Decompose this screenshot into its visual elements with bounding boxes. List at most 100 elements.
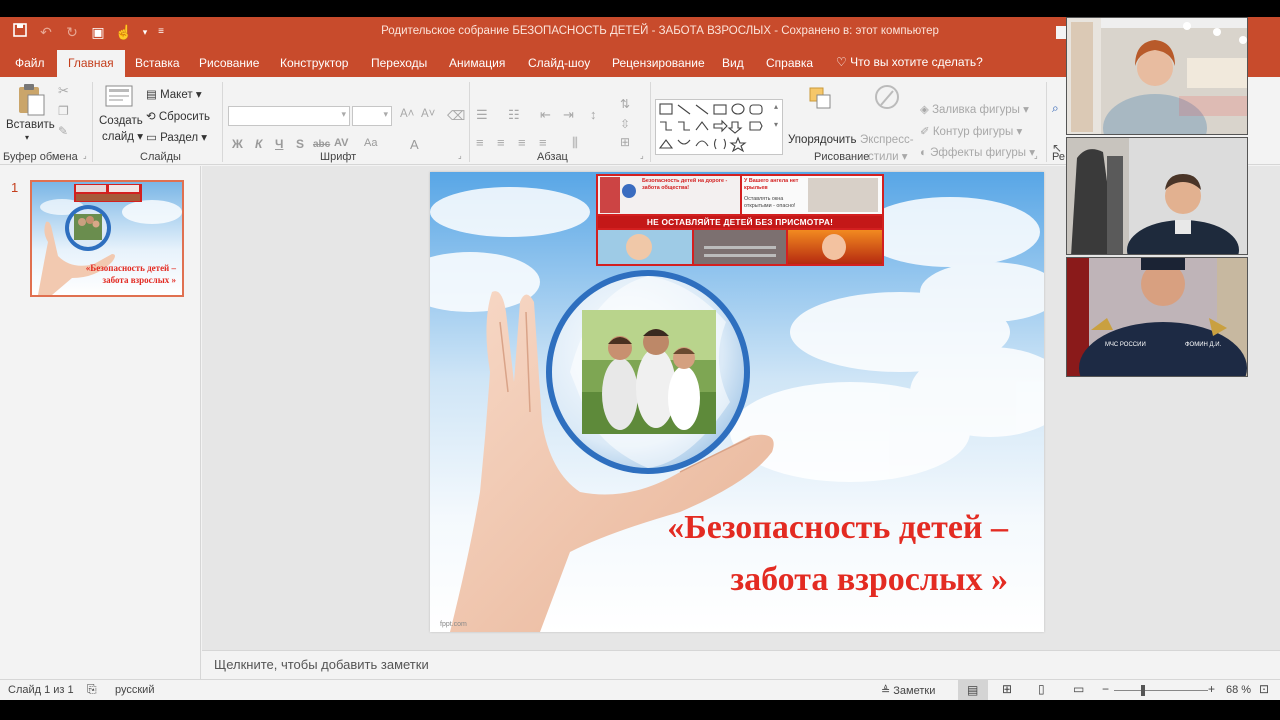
fit-to-window-icon[interactable]: ⊡	[1259, 682, 1269, 696]
tab-slideshow[interactable]: Слайд-шоу	[528, 56, 590, 70]
smartart-icon[interactable]: ⊞	[620, 135, 630, 149]
justify-icon[interactable]: ≡	[539, 135, 547, 150]
slideshow-view-icon[interactable]: ▭	[1073, 682, 1084, 696]
chevron-down-icon[interactable]: ▾	[140, 22, 150, 42]
increase-indent-icon[interactable]: ⇥	[563, 107, 574, 123]
format-painter-icon[interactable]: ✎	[58, 124, 68, 138]
tab-home[interactable]: Главная	[57, 50, 125, 77]
quick-styles-icon[interactable]	[873, 83, 901, 113]
slide-1[interactable]: fppt.com Безопасность детей на дороге - …	[430, 172, 1044, 632]
chevron-down-icon[interactable]: ▾	[774, 120, 778, 129]
tab-view[interactable]: Вид	[722, 56, 744, 70]
char-spacing-button[interactable]: AV	[334, 137, 348, 149]
undo-icon[interactable]: ↶	[36, 22, 56, 42]
banner-rails-image	[694, 230, 786, 264]
find-icon[interactable]: ⌕	[1052, 101, 1059, 116]
strikethrough-button[interactable]: abc	[313, 139, 330, 150]
tab-draw[interactable]: Рисование	[199, 56, 259, 70]
reading-view-icon[interactable]: ▯	[1038, 682, 1045, 696]
zoom-in-icon[interactable]: +	[1208, 682, 1215, 696]
quick-styles-label[interactable]: стили ▾	[868, 149, 908, 163]
language-indicator[interactable]: русский	[115, 684, 154, 696]
tell-me-search[interactable]: ♡ Что вы хотите сделать?	[836, 55, 983, 69]
zoom-level[interactable]: 68 %	[1226, 684, 1251, 696]
font-size-input[interactable]: ▾	[352, 106, 392, 126]
slide-sorter-icon[interactable]: ⊞	[1002, 682, 1012, 696]
save-icon[interactable]	[10, 22, 30, 42]
zoom-out-icon[interactable]: −	[1102, 682, 1109, 696]
slide-thumbnail[interactable]: «Безопасность детей – забота взрослых »	[30, 180, 184, 297]
align-right-icon[interactable]: ≡	[518, 135, 526, 150]
slide-title[interactable]: «Безопасность детей – забота взрослых »	[667, 502, 1008, 606]
tab-insert[interactable]: Вставка	[135, 56, 180, 70]
clear-formatting-icon[interactable]: ⌫	[447, 108, 465, 124]
bold-button[interactable]: Ж	[232, 137, 243, 151]
tab-file[interactable]: Файл	[15, 56, 45, 70]
bullets-icon[interactable]: ☰	[476, 107, 488, 123]
tab-review[interactable]: Рецензирование	[612, 56, 705, 70]
columns-icon[interactable]: ⫼	[572, 135, 578, 151]
shadow-button[interactable]: S	[296, 137, 304, 151]
reset-button[interactable]: ⟲ Сбросить	[146, 109, 210, 123]
divider	[222, 82, 223, 162]
paste-button[interactable]: Вставить	[6, 119, 55, 131]
decrease-font-icon[interactable]: A˅	[421, 108, 435, 120]
tab-design[interactable]: Конструктор	[280, 56, 348, 70]
italic-button[interactable]: К	[255, 137, 262, 151]
chevron-down-icon[interactable]: ▾	[25, 133, 29, 142]
dialog-launcher-icon[interactable]: ⌟	[640, 151, 644, 160]
dialog-launcher-icon[interactable]: ⌟	[458, 151, 462, 160]
shape-fill-button[interactable]: ◈ Заливка фигуры ▾	[920, 102, 1029, 116]
dialog-launcher-icon[interactable]: ⌟	[83, 151, 87, 160]
align-center-icon[interactable]: ≡	[497, 135, 505, 150]
spellcheck-icon[interactable]: ⎘	[87, 682, 97, 697]
align-text-icon[interactable]: ⇳	[620, 117, 630, 131]
new-slide-icon[interactable]	[105, 85, 133, 109]
underline-button[interactable]: Ч	[275, 137, 283, 151]
shape-effects-button[interactable]: ◐ Эффекты фигуры ▾	[920, 145, 1035, 159]
notes-pane[interactable]: Щелкните, чтобы добавить заметки	[202, 650, 1280, 679]
customize-qat-icon[interactable]: ≡	[156, 22, 166, 42]
numbering-icon[interactable]: ☷	[508, 107, 520, 123]
start-from-beginning-icon[interactable]: ▣	[88, 22, 108, 42]
notes-button[interactable]: ≜ Заметки	[881, 684, 935, 697]
tab-transitions[interactable]: Переходы	[371, 56, 427, 70]
new-slide-button[interactable]: Создать	[99, 115, 143, 127]
quick-styles-button[interactable]: Экспресс-	[860, 134, 914, 146]
new-slide-label[interactable]: слайд ▾	[102, 129, 143, 143]
change-case-button[interactable]: Aa	[364, 137, 377, 149]
zoom-slider[interactable]	[1114, 690, 1208, 691]
arrange-button[interactable]: Упорядочить	[788, 134, 856, 146]
section-button[interactable]: ▭ Раздел ▾	[146, 130, 207, 144]
pen-icon: ✐	[920, 126, 930, 138]
zoom-slider-handle[interactable]	[1141, 685, 1145, 696]
shapes-gallery[interactable]: ▴ ▾	[655, 99, 783, 155]
normal-view-button[interactable]: ▤	[958, 680, 988, 700]
chevron-down-icon[interactable]: ▴	[774, 102, 778, 111]
text-direction-icon[interactable]: ⇅	[620, 97, 630, 111]
increase-font-icon[interactable]: A˄	[400, 108, 414, 120]
clipboard-group-label: Буфер обмена	[3, 151, 78, 163]
notes-placeholder: Щелкните, чтобы добавить заметки	[214, 657, 429, 672]
font-group-label: Шрифт	[320, 151, 357, 163]
cut-icon[interactable]: ✂	[58, 83, 69, 99]
divider	[92, 82, 93, 162]
layout-button[interactable]: ▤ Макет ▾	[146, 87, 202, 101]
tab-animations[interactable]: Анимация	[449, 56, 505, 70]
shape-outline-button[interactable]: ✐ Контур фигуры ▾	[920, 124, 1022, 138]
font-color-icon[interactable]: A	[410, 137, 419, 152]
tab-help[interactable]: Справка	[766, 56, 813, 70]
arrange-icon[interactable]	[806, 85, 834, 113]
paste-icon[interactable]	[16, 83, 46, 117]
line-spacing-icon[interactable]: ↕	[590, 107, 597, 122]
align-left-icon[interactable]: ≡	[476, 135, 484, 150]
font-name-input[interactable]: ▾	[228, 106, 350, 126]
touch-mode-icon[interactable]: ☝	[114, 22, 134, 42]
redo-icon[interactable]: ↻	[62, 22, 82, 42]
copy-icon[interactable]: ❐	[58, 104, 69, 118]
dialog-launcher-icon[interactable]: ⌟	[1034, 151, 1038, 160]
section-icon: ▭	[146, 132, 157, 144]
paragraph-group-label: Абзац	[537, 151, 568, 163]
banner-warning-text: НЕ ОСТАВЛЯЙТЕ ДЕТЕЙ БЕЗ ПРИСМОТРА!	[598, 216, 882, 228]
decrease-indent-icon[interactable]: ⇤	[540, 107, 551, 123]
